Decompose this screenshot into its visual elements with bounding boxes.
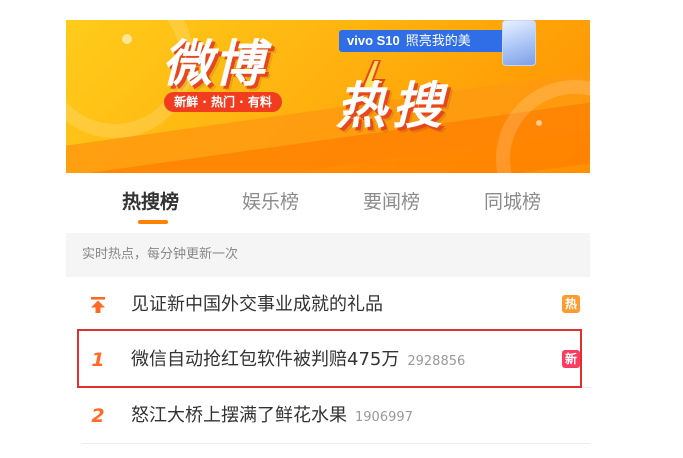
rank-number: 1	[91, 349, 105, 371]
realtime-note: 实时热点，每分钟更新一次	[66, 233, 590, 277]
heat-count: 1906997	[355, 410, 413, 425]
item-title: 怒江大桥上摆满了鲜花水果 1906997	[131, 405, 413, 426]
weibo-hot-search-banner[interactable]: 微博 新鲜 · 热门 · 有料 热搜 vivo S10 照亮我的美	[66, 20, 590, 173]
banner-tagline: 新鲜 · 热门 · 有料	[164, 92, 282, 112]
hot-badge: 热	[562, 295, 580, 313]
new-badge: 新	[562, 350, 580, 368]
list-item[interactable]: 见证新中国外交事业成就的礼品 热	[66, 277, 590, 333]
divider	[82, 443, 590, 444]
list-item[interactable]: 2 怒江大桥上摆满了鲜花水果 1906997	[66, 388, 590, 444]
hot-search-panel: 微博 新鲜 · 热门 · 有料 热搜 vivo S10 照亮我的美 热搜榜 娱乐榜…	[66, 20, 590, 458]
pin-top-icon	[91, 297, 105, 313]
banner-decoration	[536, 120, 542, 126]
banner-title-resou: 热搜	[336, 77, 448, 135]
ad-label[interactable]: vivo S10 照亮我的美	[339, 30, 517, 52]
banner-title-weibo: 微博	[162, 35, 266, 93]
item-title: 微信自动抢红包软件被判赔475万 2928856	[131, 349, 466, 370]
ad-brand: vivo S10	[347, 33, 400, 48]
ad-slogan: 照亮我的美	[405, 33, 471, 48]
active-tab-indicator	[138, 220, 168, 224]
tab-news[interactable]: 要闻榜	[363, 187, 420, 214]
list-item[interactable]: 1 微信自动抢红包软件被判赔475万 2928856 新	[66, 332, 590, 388]
ranking-tabs: 热搜榜 娱乐榜 要闻榜 同城榜	[66, 173, 590, 233]
phone-ad-image	[502, 20, 536, 66]
heat-count: 2928856	[407, 354, 466, 369]
tab-hot-search[interactable]: 热搜榜	[122, 187, 179, 214]
tab-local[interactable]: 同城榜	[484, 187, 541, 214]
item-title: 见证新中国外交事业成就的礼品	[131, 294, 383, 315]
banner-decoration	[122, 34, 132, 44]
tab-entertainment[interactable]: 娱乐榜	[242, 187, 299, 214]
rank-number: 2	[91, 405, 105, 427]
